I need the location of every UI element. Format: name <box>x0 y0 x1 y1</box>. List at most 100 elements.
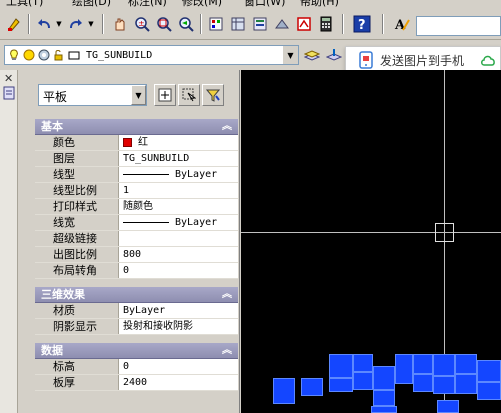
pan-icon[interactable] <box>110 14 130 34</box>
property-key: 板厚 <box>35 375 119 390</box>
quick-select-button[interactable] <box>202 84 224 106</box>
section-title: 基本 <box>41 120 63 133</box>
slab-block[interactable] <box>455 374 477 394</box>
slab-block[interactable] <box>433 354 455 376</box>
property-value[interactable] <box>119 231 238 246</box>
undo-dropdown-icon[interactable]: ▼ <box>54 14 64 34</box>
three-d-section-header[interactable]: 三维效果 ︽ <box>35 287 238 303</box>
menu-bar: 工具(T) 绘图(D) 标注(N) 修改(M) 窗口(W) 帮助(H) <box>0 0 501 8</box>
slab-block[interactable] <box>373 390 395 406</box>
property-row[interactable]: 线宽 ByLayer <box>35 215 238 231</box>
slab-block[interactable] <box>413 354 433 374</box>
basic-section: 基本 ︽ 颜色 红 图层 TG_SUNBUILD 线型 ByLayer 线型比例 1 打… <box>35 119 238 279</box>
pickbox <box>435 223 454 242</box>
layer-dropdown-arrow-icon[interactable]: ▼ <box>282 46 298 64</box>
property-row[interactable]: 图层 TG_SUNBUILD <box>35 151 238 167</box>
slab-block[interactable] <box>371 406 397 413</box>
slab-block[interactable] <box>433 376 455 394</box>
slab-block[interactable] <box>395 354 413 384</box>
property-value[interactable]: ByLayer <box>119 167 238 182</box>
help-icon[interactable]: ? <box>352 14 372 34</box>
property-value[interactable]: 0 <box>119 359 238 374</box>
property-key: 超级链接 <box>35 231 119 246</box>
layer-manager-icon[interactable] <box>302 45 322 65</box>
select-objects-button[interactable] <box>178 84 200 106</box>
property-key: 颜色 <box>35 135 119 150</box>
properties-icon[interactable] <box>206 14 226 34</box>
tool-palettes-icon[interactable] <box>250 14 270 34</box>
toolbar-separator <box>28 14 30 34</box>
property-row[interactable]: 材质 ByLayer <box>35 303 238 319</box>
property-value[interactable]: 红 <box>119 135 238 150</box>
toggle-pickadd-button[interactable] <box>154 84 176 106</box>
zoom-realtime-icon[interactable]: ± <box>132 14 152 34</box>
slab-block[interactable] <box>353 354 373 372</box>
slab-block[interactable] <box>273 378 295 404</box>
match-properties-icon[interactable] <box>4 14 24 34</box>
property-key: 标高 <box>35 359 119 374</box>
layer-viewport-icon <box>38 49 50 61</box>
slab-block[interactable] <box>455 354 477 374</box>
slab-block[interactable] <box>329 378 353 392</box>
property-value[interactable]: TG_SUNBUILD <box>119 151 238 166</box>
layer-freeze-icon <box>23 49 35 61</box>
slab-block[interactable] <box>413 374 433 392</box>
redo-dropdown-icon[interactable]: ▼ <box>86 14 96 34</box>
drawing-canvas[interactable] <box>241 70 501 413</box>
palette-options-icon[interactable] <box>3 86 15 100</box>
slab-block[interactable] <box>329 354 353 378</box>
property-row[interactable]: 超级链接 <box>35 231 238 247</box>
property-row[interactable]: 阴影显示 投射和接收阴影 <box>35 319 238 335</box>
property-row[interactable]: 线型比例 1 <box>35 183 238 199</box>
collapse-chevron-icon[interactable]: ︽ <box>222 119 232 135</box>
layer-dropdown[interactable]: TG_SUNBUILD ▼ <box>4 45 299 65</box>
text-style-icon[interactable]: A <box>392 14 412 34</box>
layer-previous-icon[interactable] <box>324 45 344 65</box>
layer-on-icon <box>10 49 18 60</box>
zoom-previous-icon[interactable] <box>176 14 196 34</box>
slab-block[interactable] <box>353 372 373 390</box>
undo-icon[interactable] <box>34 14 54 34</box>
property-value[interactable]: 1 <box>119 183 238 198</box>
property-row[interactable]: 线型 ByLayer <box>35 167 238 183</box>
property-value[interactable]: 800 <box>119 247 238 262</box>
slab-block[interactable] <box>437 400 459 413</box>
slab-block[interactable] <box>301 378 323 396</box>
redo-icon[interactable] <box>66 14 86 34</box>
property-value[interactable]: 投射和接收阴影 <box>119 319 238 334</box>
property-row[interactable]: 出图比例 800 <box>35 247 238 263</box>
funnel-icon <box>206 89 220 102</box>
property-value[interactable]: ByLayer <box>119 303 238 318</box>
property-value[interactable]: 0 <box>119 263 238 278</box>
basic-section-header[interactable]: 基本 ︽ <box>35 119 238 135</box>
zoom-window-icon[interactable] <box>154 14 174 34</box>
slab-block[interactable] <box>477 360 501 382</box>
property-row[interactable]: 布局转角 0 <box>35 263 238 279</box>
design-center-icon[interactable] <box>228 14 248 34</box>
cloud-icon[interactable] <box>480 53 496 67</box>
object-type-dropdown[interactable]: 平板 ▼ <box>38 84 147 106</box>
toolbar-separator <box>102 14 104 34</box>
property-row[interactable]: 打印样式 随颜色 <box>35 199 238 215</box>
sheet-set-icon[interactable] <box>272 14 292 34</box>
calculator-icon[interactable] <box>316 14 336 34</box>
lineweight-sample <box>123 222 169 223</box>
property-value[interactable]: 2400 <box>119 375 238 390</box>
property-value[interactable]: 随颜色 <box>119 199 238 214</box>
close-icon[interactable]: ✕ <box>4 72 13 85</box>
property-value[interactable]: ByLayer <box>119 215 238 230</box>
slab-block[interactable] <box>373 366 395 390</box>
property-row[interactable]: 板厚 2400 <box>35 375 238 391</box>
property-row[interactable]: 标高 0 <box>35 359 238 375</box>
color-swatch <box>123 138 132 147</box>
palette-title-strip[interactable]: ✕ <box>0 70 18 413</box>
markup-icon[interactable] <box>294 14 314 34</box>
collapse-chevron-icon[interactable]: ︽ <box>222 343 232 359</box>
property-row[interactable]: 颜色 红 <box>35 135 238 151</box>
data-section-header[interactable]: 数据 ︽ <box>35 343 238 359</box>
text-style-input[interactable] <box>416 16 501 36</box>
color-value: 红 <box>138 137 148 148</box>
collapse-chevron-icon[interactable]: ︽ <box>222 287 232 303</box>
object-type-arrow-icon[interactable]: ▼ <box>131 85 146 105</box>
slab-block[interactable] <box>477 382 501 400</box>
